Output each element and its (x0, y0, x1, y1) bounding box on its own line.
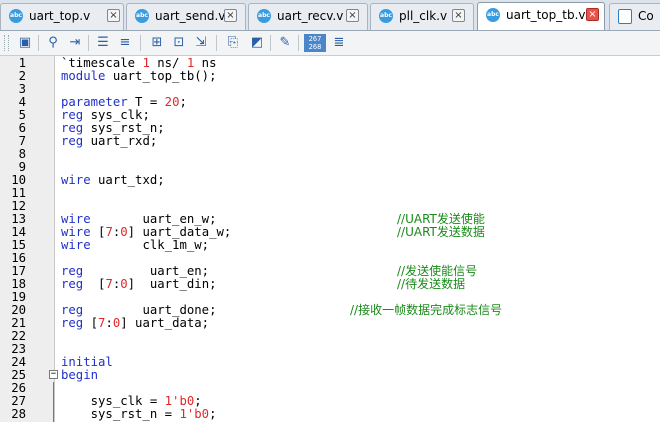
tab-label: pll_clk.v (399, 9, 448, 23)
edit-check-icon[interactable]: ✎ (276, 34, 294, 52)
code-text: sys_rst_n = 1'b0; (61, 407, 217, 421)
close-icon[interactable]: × (224, 9, 237, 22)
line-number: 28 (11, 407, 26, 421)
word-wrap-icon[interactable]: ≣ (330, 34, 348, 52)
close-icon[interactable]: × (107, 9, 120, 22)
next-bookmark-icon[interactable]: ⇲ (192, 34, 210, 52)
divider (88, 35, 89, 51)
fold-collapse-icon[interactable]: − (49, 370, 58, 379)
tab-label: Co (638, 9, 654, 23)
code-text: wire clk_1m_w; (61, 238, 210, 252)
divider (270, 35, 271, 51)
code-text: reg [7:0] uart_data; (61, 316, 210, 330)
verilog-file-icon: abc (486, 8, 500, 22)
code-editor[interactable]: 1 `timescale 1 ns/ 1 ns 2 module uart_top_t… (0, 56, 660, 422)
insert-template-icon[interactable]: ⊞ (148, 34, 166, 52)
code-line[interactable]: 15 wire clk_1m_w; (0, 239, 660, 252)
tab-pll-clk[interactable]: abc pll_clk.v × (370, 3, 474, 30)
code-line[interactable]: 24 initial (0, 356, 660, 369)
code-text: reg [7:0] uart_din; (61, 277, 217, 291)
code-text: module uart_top_tb(); (61, 69, 217, 83)
find-next-icon[interactable]: ⇥ (66, 34, 84, 52)
code-line[interactable]: 2 module uart_top_tb(); (0, 70, 660, 83)
code-text: begin (61, 368, 99, 382)
tab-label: uart_recv.v (277, 9, 344, 23)
code-line[interactable]: 21 reg [7:0] uart_data; (0, 317, 660, 330)
code-line[interactable]: 11 (0, 187, 660, 200)
divider (298, 35, 299, 51)
code-line[interactable]: 7 reg uart_rxd; (0, 135, 660, 148)
close-icon[interactable]: × (452, 9, 465, 22)
indent-icon[interactable]: ☰ (94, 34, 112, 52)
code-comment: //接收一帧数据完成标志信号 (350, 303, 503, 317)
tab-uart-top[interactable]: abc uart_top.v × (0, 3, 124, 30)
code-line[interactable]: 28 sys_rst_n = 1'b0; (0, 408, 660, 421)
editor-toolbar: ▣ ⚲ ⇥ ☰ ≡ ⊞ ⊡ ⇲ ⎘ ◩ ✎ 267 268 ≣ (0, 31, 660, 56)
attach-icon[interactable]: ⎘ (224, 34, 242, 52)
editor-tab-bar: abc uart_top.v × abc uart_send.v × abc u… (0, 0, 660, 31)
divider (140, 35, 141, 51)
tab-uart-top-tb[interactable]: abc uart_top_tb.v × (477, 2, 605, 30)
line-number-toggle-icon[interactable]: 267 268 (304, 34, 326, 52)
find-icon[interactable]: ⚲ (44, 34, 62, 52)
tab-compilation-report[interactable]: Co (609, 3, 660, 30)
tab-label: uart_send.v (155, 9, 226, 23)
toolbar-grip[interactable] (4, 35, 9, 51)
verilog-file-icon: abc (379, 9, 393, 23)
code-line[interactable]: 25 begin − (0, 369, 660, 382)
outdent-icon[interactable]: ≡ (116, 34, 134, 52)
code-text: wire uart_txd; (61, 173, 165, 187)
code-text: reg uart_rxd; (61, 134, 158, 148)
format-icon[interactable]: ◩ (248, 34, 266, 52)
tab-uart-recv[interactable]: abc uart_recv.v × (248, 3, 368, 30)
code-comment: //待发送数据 (397, 277, 466, 291)
window-icon[interactable]: ▣ (16, 34, 34, 52)
divider (216, 35, 217, 51)
close-icon[interactable]: × (586, 8, 599, 21)
tab-label: uart_top_tb.v (506, 8, 586, 22)
close-icon[interactable]: × (346, 9, 359, 22)
code-line[interactable]: 18 reg [7:0] uart_din;//待发送数据 (0, 278, 660, 291)
open-bookmark-icon[interactable]: ⊡ (170, 34, 188, 52)
verilog-file-icon: abc (135, 9, 149, 23)
code-comment: //UART发送数据 (397, 225, 485, 239)
verilog-file-icon: abc (257, 9, 271, 23)
code-line[interactable]: 22 (0, 330, 660, 343)
code-line[interactable]: 8 (0, 148, 660, 161)
tab-uart-send[interactable]: abc uart_send.v × (126, 3, 246, 30)
report-icon (618, 9, 632, 24)
tab-label: uart_top.v (29, 9, 91, 23)
fold-range-line (53, 382, 54, 422)
divider (38, 35, 39, 51)
code-line[interactable]: 10 wire uart_txd; (0, 174, 660, 187)
verilog-file-icon: abc (9, 9, 23, 23)
